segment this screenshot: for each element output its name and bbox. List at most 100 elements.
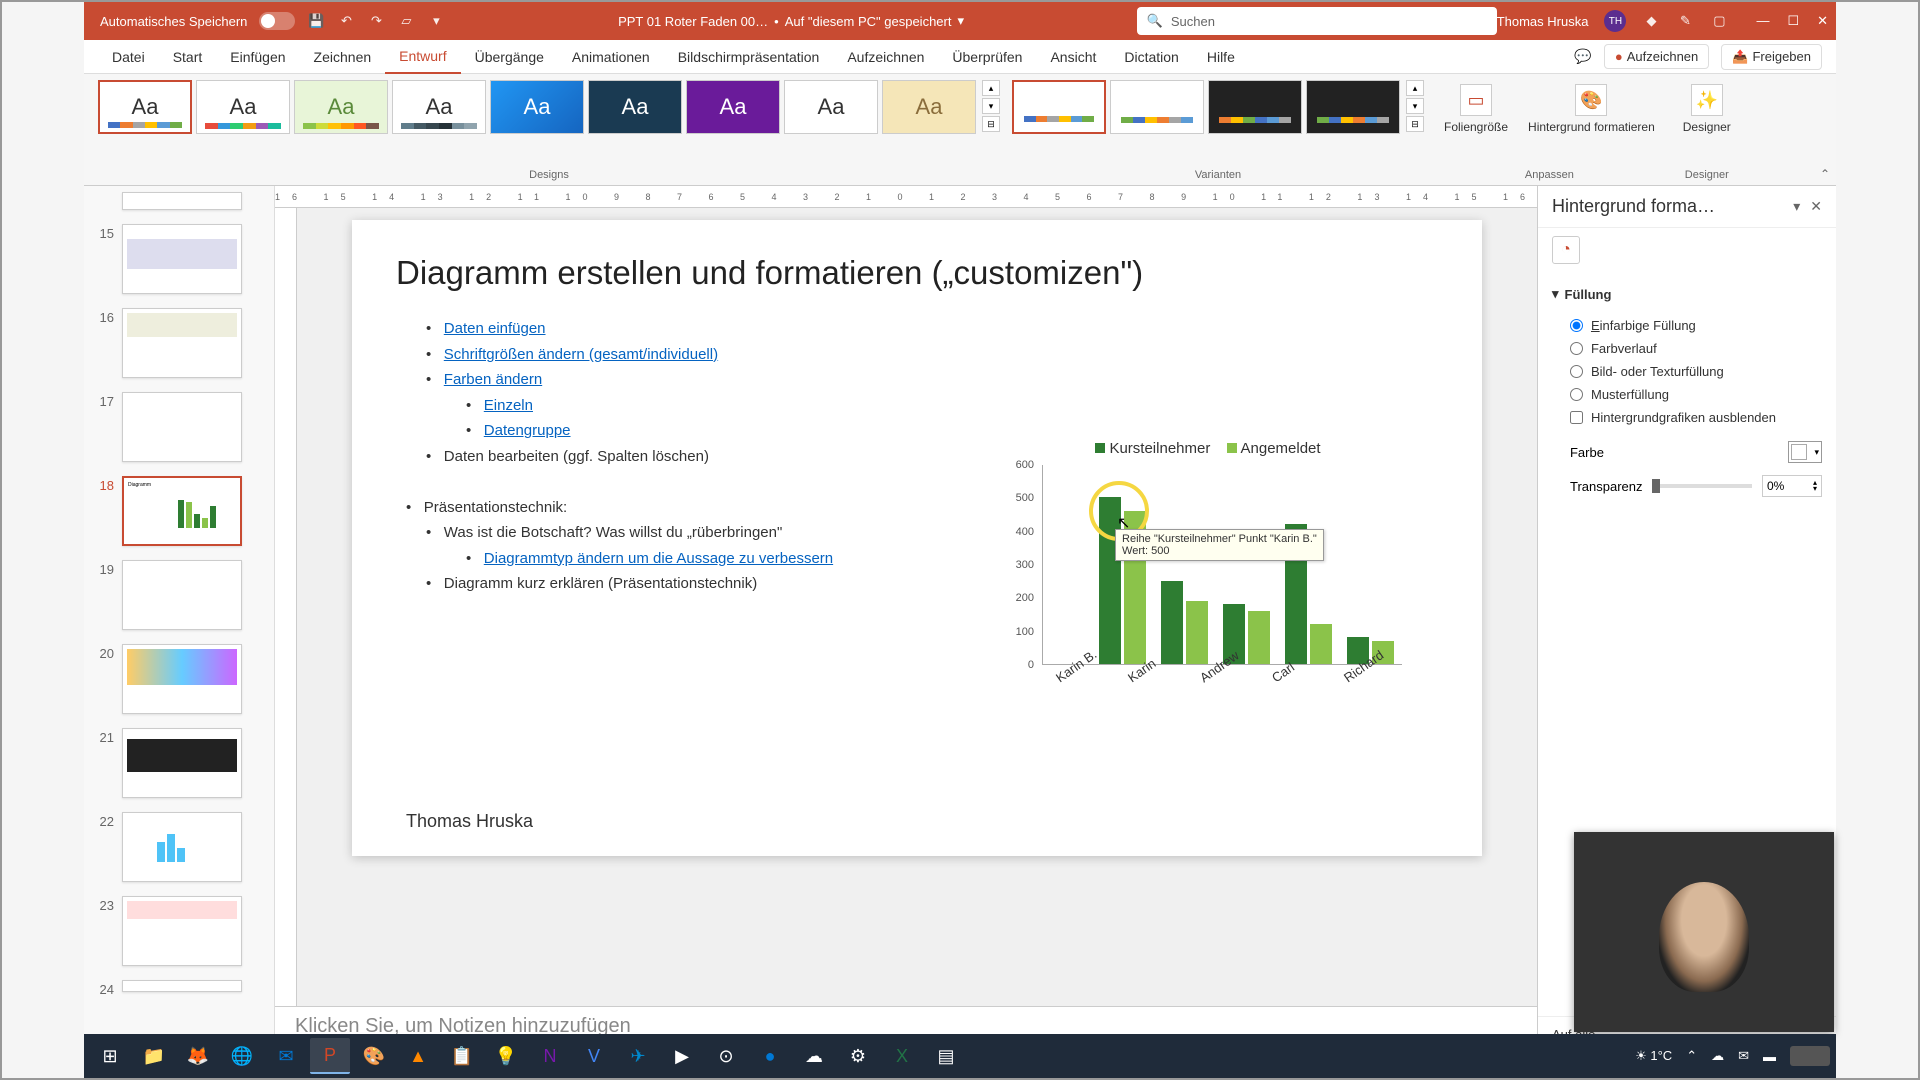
tab-ansicht[interactable]: Ansicht — [1036, 41, 1110, 73]
design-thumb[interactable]: Aa — [784, 80, 878, 134]
design-thumb[interactable]: Aa — [392, 80, 486, 134]
maximize-button[interactable]: ☐ — [1787, 13, 1799, 29]
variants-scroll-up[interactable]: ▴ — [1406, 80, 1424, 96]
slide[interactable]: Diagramm erstellen und formatieren („cus… — [352, 220, 1482, 856]
tab-uebergaenge[interactable]: Übergänge — [461, 41, 558, 73]
app-icon[interactable]: ⊙ — [706, 1038, 746, 1074]
variants-scroll-down[interactable]: ▾ — [1406, 98, 1424, 114]
tray-icon[interactable] — [1790, 1046, 1830, 1066]
tab-zeichnen[interactable]: Zeichnen — [300, 41, 386, 73]
redo-icon[interactable]: ↷ — [367, 12, 385, 30]
tab-bildschirm[interactable]: Bildschirmpräsentation — [664, 41, 834, 73]
color-picker[interactable]: ▾ — [1788, 441, 1822, 463]
file-explorer-icon[interactable]: 📁 — [134, 1038, 174, 1074]
fill-bucket-icon[interactable]: ◔ — [1552, 236, 1580, 264]
design-thumb[interactable]: Aa — [98, 80, 192, 134]
slide-thumb[interactable] — [122, 192, 242, 210]
variant-thumb[interactable] — [1012, 80, 1106, 134]
tray-chevron-icon[interactable]: ⌃ — [1686, 1048, 1697, 1064]
fill-pattern-radio[interactable]: Musterfüllung — [1570, 383, 1822, 406]
slide-thumb[interactable] — [122, 644, 242, 714]
slide-thumb-active[interactable]: Diagramm — [122, 476, 242, 546]
undo-icon[interactable]: ↶ — [337, 12, 355, 30]
pen-icon[interactable]: ✎ — [1676, 12, 1694, 30]
app-icon[interactable]: ▶ — [662, 1038, 702, 1074]
app-icon[interactable]: ▤ — [926, 1038, 966, 1074]
slide-thumb[interactable] — [122, 560, 242, 630]
tab-dictation[interactable]: Dictation — [1110, 41, 1192, 73]
designs-scroll-down[interactable]: ▾ — [982, 98, 1000, 114]
window-icon[interactable]: ▢ — [1710, 12, 1728, 30]
onedrive-tray-icon[interactable]: ☁ — [1711, 1048, 1724, 1064]
onenote-icon[interactable]: N — [530, 1038, 570, 1074]
chart[interactable]: Kursteilnehmer Angemeldet 01002003004005… — [1002, 440, 1402, 740]
mail-tray-icon[interactable]: ✉ — [1738, 1048, 1749, 1064]
designs-expand[interactable]: ⊟ — [982, 116, 1000, 132]
tab-entwurf[interactable]: Entwurf — [385, 40, 460, 74]
title-dropdown-icon[interactable]: ▾ — [957, 13, 964, 29]
tab-animationen[interactable]: Animationen — [558, 41, 664, 73]
excel-icon[interactable]: X — [882, 1038, 922, 1074]
slide-thumb[interactable] — [122, 392, 242, 462]
app-icon[interactable]: 📋 — [442, 1038, 482, 1074]
variant-thumb[interactable] — [1306, 80, 1400, 134]
app-icon[interactable]: 🎨 — [354, 1038, 394, 1074]
file-name[interactable]: PPT 01 Roter Faden 00… — [618, 14, 768, 29]
search-input[interactable]: 🔍 Suchen — [1137, 7, 1497, 35]
telegram-icon[interactable]: ✈ — [618, 1038, 658, 1074]
slide-thumb[interactable] — [122, 728, 242, 798]
share-button[interactable]: 📤 Freigeben — [1721, 44, 1822, 70]
record-button[interactable]: Aufzeichnen — [1604, 44, 1709, 69]
fill-section-toggle[interactable]: ▾Füllung — [1552, 280, 1822, 308]
vlc-icon[interactable]: ▲ — [398, 1038, 438, 1074]
link[interactable]: Daten einfügen — [444, 320, 546, 337]
fill-solid-radio[interactable]: Einfarbige Füllung — [1570, 314, 1822, 337]
variant-thumb[interactable] — [1208, 80, 1302, 134]
slide-thumb[interactable] — [122, 224, 242, 294]
designer-button[interactable]: ✨Designer — [1675, 80, 1739, 138]
user-avatar[interactable]: TH — [1604, 10, 1626, 32]
link[interactable]: Einzeln — [484, 397, 533, 414]
weather-widget[interactable]: ☀ 1°C — [1635, 1048, 1672, 1064]
app-icon[interactable]: 💡 — [486, 1038, 526, 1074]
slide-size-button[interactable]: ▭Foliengröße — [1436, 80, 1516, 138]
design-thumb[interactable]: Aa — [686, 80, 780, 134]
link[interactable]: Datengruppe — [484, 422, 571, 439]
slide-thumb[interactable] — [122, 980, 242, 992]
fill-picture-radio[interactable]: Bild- oder Texturfüllung — [1570, 360, 1822, 383]
tab-datei[interactable]: Datei — [98, 41, 159, 73]
design-thumb[interactable]: Aa — [196, 80, 290, 134]
save-icon[interactable]: 💾 — [307, 12, 325, 30]
panel-dropdown-icon[interactable]: ▾ — [1793, 198, 1800, 215]
fill-gradient-radio[interactable]: Farbverlauf — [1570, 337, 1822, 360]
slide-thumb[interactable] — [122, 308, 242, 378]
tab-aufzeichnen[interactable]: Aufzeichnen — [833, 41, 938, 73]
transparency-value[interactable]: 0%▴▾ — [1762, 475, 1822, 497]
diamond-icon[interactable]: ◆ — [1642, 12, 1660, 30]
design-thumb[interactable]: Aa — [490, 80, 584, 134]
app-icon[interactable]: ☁ — [794, 1038, 834, 1074]
format-background-button[interactable]: 🎨Hintergrund formatieren — [1520, 80, 1663, 138]
variant-thumb[interactable] — [1110, 80, 1204, 134]
design-thumb[interactable]: Aa — [294, 80, 388, 134]
design-thumb[interactable]: Aa — [588, 80, 682, 134]
more-qat-icon[interactable]: ▾ — [427, 12, 445, 30]
slide-thumb[interactable] — [122, 812, 242, 882]
link[interactable]: Schriftgrößen ändern (gesamt/individuell… — [444, 346, 718, 363]
tab-start[interactable]: Start — [159, 41, 217, 73]
tab-hilfe[interactable]: Hilfe — [1193, 41, 1249, 73]
settings-icon[interactable]: ⚙ — [838, 1038, 878, 1074]
minimize-button[interactable]: — — [1756, 13, 1769, 29]
tab-einfuegen[interactable]: Einfügen — [216, 41, 299, 73]
slideshow-icon[interactable]: ▱ — [397, 12, 415, 30]
comments-icon[interactable]: 💬 — [1574, 48, 1591, 65]
tray-icon[interactable]: ▬ — [1763, 1049, 1776, 1064]
link[interactable]: Diagrammtyp ändern um die Aussage zu ver… — [484, 550, 833, 567]
app-icon[interactable]: V — [574, 1038, 614, 1074]
autosave-toggle[interactable] — [259, 12, 295, 30]
slide-thumb[interactable] — [122, 896, 242, 966]
close-button[interactable]: ✕ — [1817, 13, 1828, 29]
slide-thumbnail-panel[interactable]: 15 16 17 18Diagramm 19 20 21 22 23 24 — [84, 186, 275, 1052]
link[interactable]: Farben ändern — [444, 371, 542, 388]
tab-ueberpruefen[interactable]: Überprüfen — [938, 41, 1036, 73]
